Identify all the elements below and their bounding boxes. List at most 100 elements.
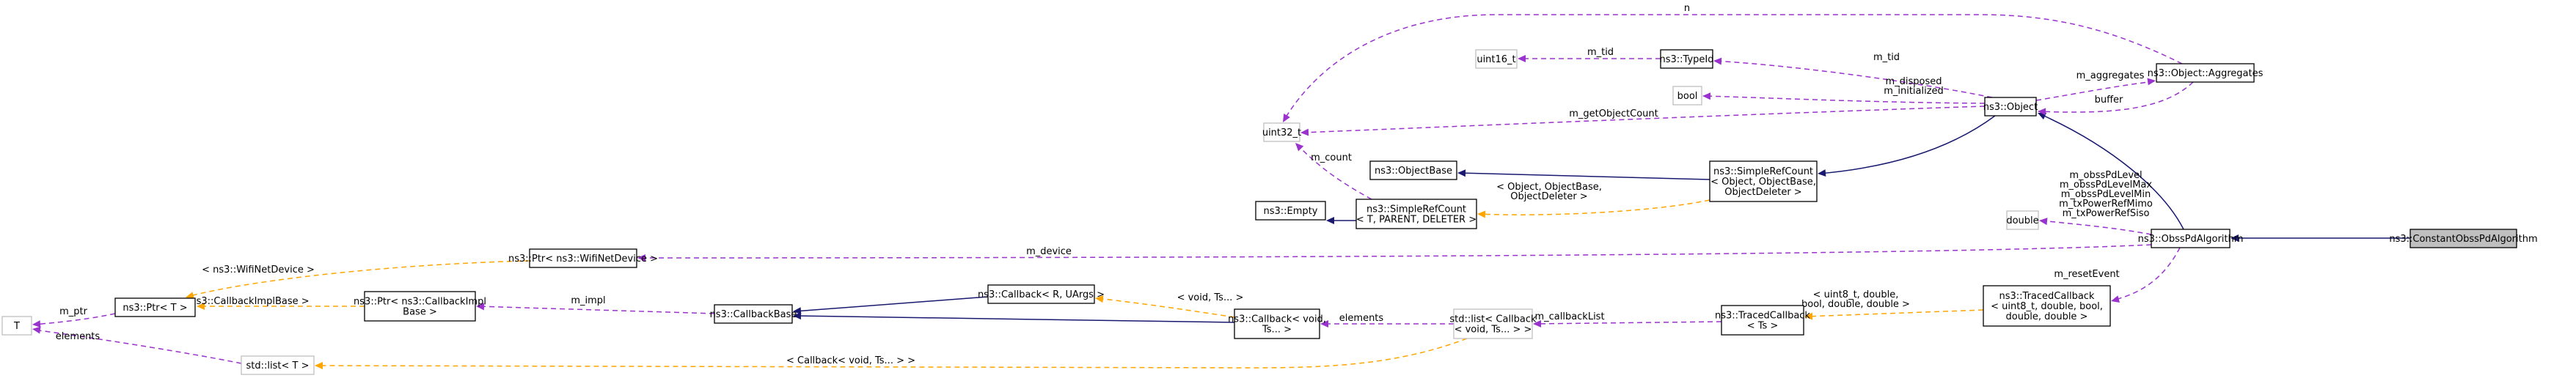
node-t: T bbox=[1, 316, 32, 336]
node-label: double, double > bbox=[2006, 311, 2088, 322]
edge-label: m_callbackList bbox=[1534, 311, 1604, 322]
edge-line bbox=[794, 315, 1235, 323]
edge-line bbox=[1703, 95, 1986, 104]
node-label: ns3::SimpleRefCount bbox=[1713, 166, 1813, 177]
edge-tracedspec-ts bbox=[1804, 309, 1984, 320]
edge-label: m_count bbox=[1311, 152, 1352, 163]
node-label: < Object, ObjectBase, bbox=[1710, 177, 1816, 188]
node-uint16: uint16_t bbox=[1475, 49, 1518, 69]
arrowhead-icon bbox=[1477, 210, 1486, 218]
arrowhead-icon bbox=[32, 320, 41, 328]
edge-line bbox=[1478, 199, 1710, 215]
edge-label: n bbox=[1684, 3, 1690, 14]
node-callback-ru[interactable]: ns3::Callback< R, UArgs > bbox=[978, 284, 1105, 304]
node-label: ns3::Object bbox=[1983, 102, 2038, 113]
node-double: double bbox=[2006, 210, 2039, 230]
node-label: ns3::SimpleRefCount bbox=[1366, 204, 1466, 215]
edge-label: buffer bbox=[2095, 95, 2123, 106]
edge-line bbox=[638, 244, 2152, 259]
node-label: ns3::TracedCallback bbox=[1999, 291, 2095, 302]
node-simple-ref-t[interactable]: ns3::SimpleRefCount< T, PARENT, DELETER … bbox=[1355, 199, 1477, 229]
edge-label: m_aggregates bbox=[2076, 70, 2145, 81]
node-label: bool bbox=[1677, 91, 1698, 102]
node-object-base[interactable]: ns3::ObjectBase bbox=[1369, 160, 1457, 180]
edge-label: m_txPowerRefSiso bbox=[2063, 208, 2150, 219]
edge-object-simpleObj bbox=[1818, 115, 1996, 177]
edge-line bbox=[1283, 14, 2183, 122]
arrowhead-icon bbox=[1818, 169, 1826, 177]
node-obss-pd[interactable]: ns3::ObssPdAlgorithm bbox=[2138, 229, 2244, 248]
node-ptr-cb-impl[interactable]: ns3::Ptr< ns3::CallbackImplBase > bbox=[354, 291, 486, 322]
edge-line bbox=[794, 296, 989, 312]
arrowhead-icon bbox=[1457, 169, 1466, 177]
edge-label: < ns3::CallbackImplBase > bbox=[179, 296, 309, 307]
node-label: ns3::ConstantObssPdAlgorithm bbox=[2389, 234, 2537, 245]
node-label: uint32_t bbox=[1262, 127, 1301, 138]
edge-label: m_tid bbox=[1587, 47, 1614, 58]
arrowhead-icon bbox=[315, 362, 323, 370]
node-traced-spec[interactable]: ns3::TracedCallback< uint8_t, double, bo… bbox=[1983, 285, 2111, 327]
node-aggregates[interactable]: ns3::Object::Aggregates bbox=[2148, 63, 2264, 83]
edge-label: m_tid bbox=[1873, 52, 1900, 63]
arrowhead-icon bbox=[1326, 217, 1334, 224]
edge-label: ObjectDeleter > bbox=[1510, 191, 1587, 202]
nodes-layer: Tns3::Ptr< T >std::list< T > ns3::Ptr< ns… bbox=[1, 49, 2538, 375]
node-simple-ref-obj[interactable]: ns3::SimpleRefCount< Object, ObjectBase,… bbox=[1709, 160, 1818, 202]
node-label: std::list< Callback bbox=[1449, 314, 1537, 325]
edge-const-obss bbox=[2231, 234, 2410, 242]
node-empty[interactable]: ns3::Empty bbox=[1255, 201, 1326, 221]
arrowhead-icon bbox=[32, 326, 41, 334]
arrowhead-icon bbox=[2111, 295, 2120, 303]
node-label: ns3::ObssPdAlgorithm bbox=[2138, 234, 2244, 245]
arrowhead-icon bbox=[1295, 143, 1304, 152]
edge-simpleT-uint32 bbox=[1295, 143, 1372, 200]
edge-simpleObj-base bbox=[1457, 169, 1710, 180]
node-type-id[interactable]: ns3::TypeId bbox=[1660, 49, 1714, 69]
node-label: ns3::TracedCallback bbox=[1715, 311, 1810, 322]
arrowhead-icon bbox=[1300, 128, 1309, 136]
edge-label: m_impl bbox=[571, 295, 605, 306]
node-label: Ts... > bbox=[1262, 325, 1292, 336]
edge-label: elements bbox=[1339, 313, 1384, 324]
edge-object-typeid bbox=[1713, 57, 1993, 98]
edge-label: m_ptr bbox=[59, 306, 88, 317]
node-label: ns3::Ptr< ns3::CallbackImpl bbox=[354, 297, 486, 308]
node-std-list-t: std::list< T > bbox=[241, 355, 315, 375]
edge-obss-traced bbox=[2111, 247, 2181, 303]
node-label: ns3::Ptr< ns3::WifiNetDevice > bbox=[508, 254, 658, 265]
node-callback-void[interactable]: ns3::Callback< void,Ts... > bbox=[1228, 308, 1326, 339]
node-callback-base[interactable]: ns3::CallbackBase bbox=[710, 304, 797, 324]
node-label: < uint8_t, double, bool, bbox=[1991, 301, 2103, 312]
node-const-obss-pd[interactable]: ns3::ConstantObssPdAlgorithm bbox=[2389, 229, 2538, 248]
arrowhead-icon bbox=[1702, 92, 1711, 100]
edge-label: < ns3::WifiNetDevice > bbox=[202, 265, 315, 275]
node-label: std::list< T > bbox=[246, 360, 310, 371]
node-label: ns3::Empty bbox=[1264, 206, 1318, 217]
node-label: ns3::ObjectBase bbox=[1375, 166, 1452, 177]
edge-label: m_resetEvent bbox=[2054, 269, 2119, 280]
edge-obss-wifi bbox=[637, 244, 2152, 262]
node-ptr-wifi[interactable]: ns3::Ptr< ns3::WifiNetDevice > bbox=[508, 248, 658, 268]
arrowhead-icon bbox=[2147, 78, 2156, 86]
edge-line bbox=[1818, 115, 1996, 174]
node-label: T bbox=[13, 321, 20, 332]
node-label: Base > bbox=[403, 307, 437, 318]
node-label: < T, PARENT, DELETER > bbox=[1356, 215, 1477, 226]
edge-cbvoid-base bbox=[793, 312, 1235, 323]
edge-line bbox=[1805, 309, 1984, 317]
node-ptr-t[interactable]: ns3::Ptr< T > bbox=[114, 297, 196, 317]
edge-cbru-base bbox=[793, 296, 989, 315]
node-label: double bbox=[2006, 215, 2038, 226]
node-label: ns3::CallbackBase bbox=[710, 309, 797, 320]
node-label: ns3::Callback< R, UArgs > bbox=[978, 289, 1105, 300]
edge-agg-uint32 bbox=[1283, 14, 2183, 122]
node-label: uint16_t bbox=[1477, 54, 1515, 65]
edge-line bbox=[1714, 60, 1993, 98]
edge-label: < void, Ts... > bbox=[1177, 292, 1244, 303]
arrowhead-icon bbox=[1713, 57, 1722, 65]
node-traced-ts[interactable]: ns3::TracedCallback< Ts > bbox=[1715, 305, 1810, 336]
edge-line bbox=[477, 306, 715, 314]
node-bool: bool bbox=[1672, 86, 1702, 106]
node-object[interactable]: ns3::Object bbox=[1983, 97, 2038, 116]
edge-obss-double bbox=[2039, 218, 2152, 235]
